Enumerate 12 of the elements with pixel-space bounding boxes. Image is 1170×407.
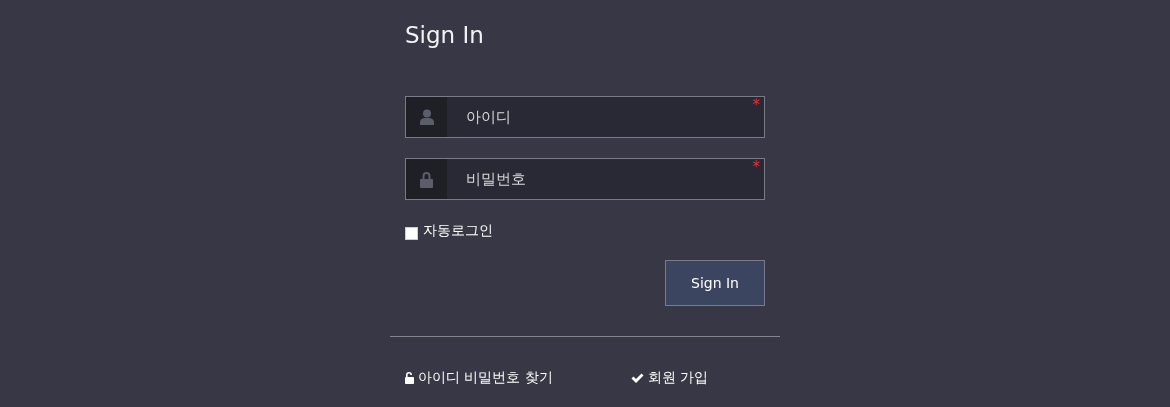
link[interactable]: 회원 가입	[630, 369, 709, 387]
page-title: Sign In	[405, 21, 484, 50]
user-icon	[419, 109, 434, 125]
sign-in-button[interactable]: Sign In	[665, 260, 765, 306]
required-mark: *	[752, 97, 760, 113]
lock-icon	[420, 170, 433, 188]
link[interactable]: 아이디 비밀번호 찾기	[405, 369, 553, 387]
checkbox[interactable]	[405, 226, 418, 240]
unlock-icon	[405, 372, 414, 384]
checkbox-label: 자동로그인	[423, 222, 493, 240]
check-icon	[630, 372, 644, 384]
required-mark: *	[752, 159, 760, 175]
